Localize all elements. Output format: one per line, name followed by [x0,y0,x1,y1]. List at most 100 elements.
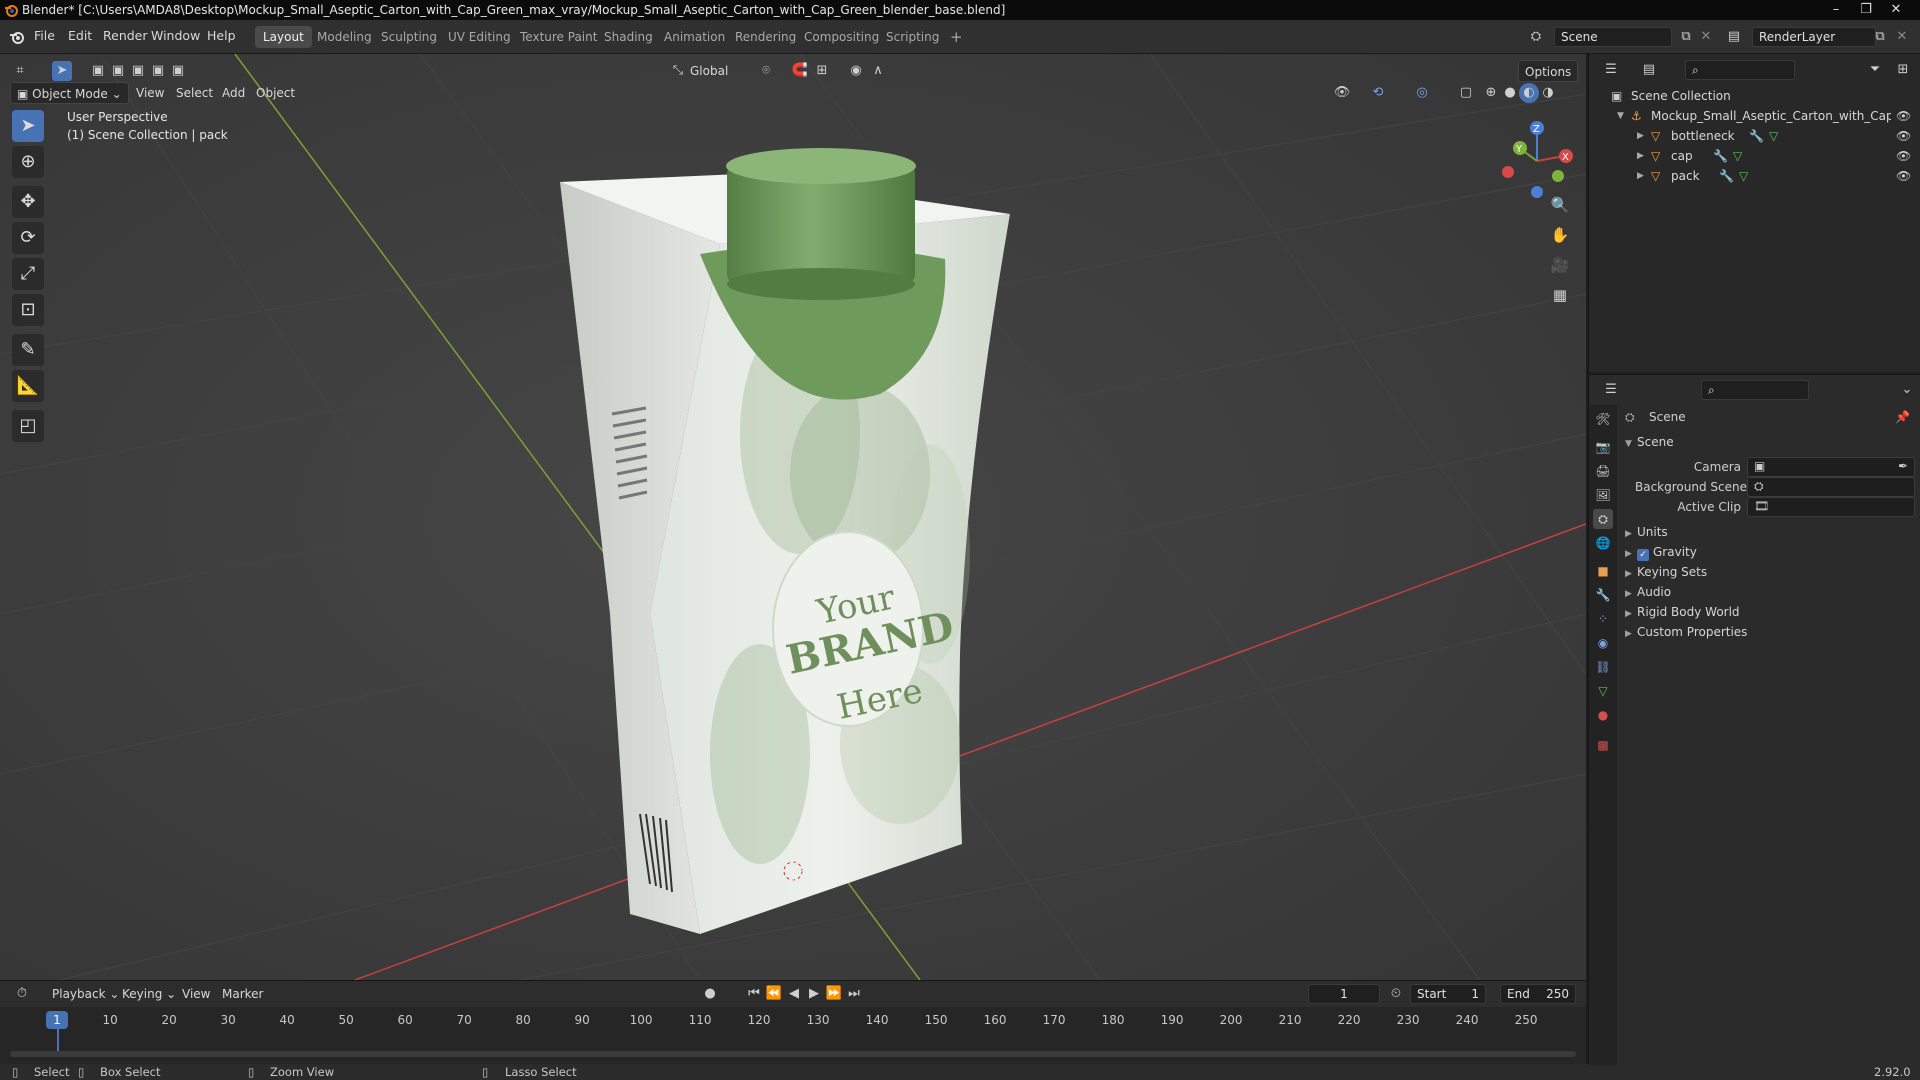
select-intersect-icon[interactable]: ▣ [168,61,188,81]
pin-icon[interactable]: 📌 [1895,410,1910,424]
properties-editor-type-icon[interactable]: ☰ [1601,380,1621,400]
select-extend-icon[interactable]: ▣ [108,61,128,81]
select-subtract-icon[interactable]: ▣ [128,61,148,81]
3d-viewport[interactable]: Your BRAND Here ⌗ ➤ ▣ ▣ ▣ ▣ ▣ ⤡ Global ⌾… [0,54,1586,980]
wireframe-shading-icon[interactable]: ⊕ [1481,83,1501,103]
select-mode-icon[interactable]: ➤ [52,61,72,81]
outliner-search-input[interactable]: ⌕ [1685,60,1795,80]
physics-tab-icon[interactable]: ◉ [1593,633,1613,653]
gravity-checkbox[interactable]: ✓ [1637,549,1649,561]
panel-keying-sets[interactable]: ▶ Keying Sets [1625,565,1707,579]
background-scene-field[interactable]: ⛭ [1747,477,1915,497]
object-mode-dropdown[interactable]: ▣ Object Mode ⌄ [10,82,129,104]
select-new-icon[interactable]: ▣ [88,61,108,81]
tab-shading[interactable]: Shading [596,26,661,48]
constraints-tab-icon[interactable]: ⛓ [1593,657,1613,677]
outliner-row-collection[interactable]: ▼ ⚓ Mockup_Small_Aseptic_Carton_with_Cap… [1589,106,1920,126]
timeline-menu-marker[interactable]: Marker [216,983,269,1005]
blender-menu-icon[interactable] [9,29,25,45]
panel-rigid-body-world[interactable]: ▶ Rigid Body World [1625,605,1740,619]
new-scene-icon[interactable]: ⧉ [1676,27,1696,47]
properties-options-icon[interactable]: ⌄ [1897,380,1917,400]
end-frame-field[interactable]: End 250 [1500,984,1576,1004]
tab-rendering[interactable]: Rendering [727,26,804,48]
rotate-tool-icon[interactable]: ⟳ [12,222,44,254]
view-layer-tab-icon[interactable]: 🖼 [1593,485,1613,505]
viewport-menu-view[interactable]: View [130,82,170,104]
material-tab-icon[interactable]: ● [1593,705,1613,725]
maximize-button[interactable]: ❐ [1852,0,1880,20]
keying-menu[interactable]: Keying ⌄ [116,983,182,1005]
gizmo-toggle-icon[interactable]: ⟲ [1368,83,1388,103]
preview-range-icon[interactable]: ⏲ [1386,984,1406,1004]
measure-tool-icon[interactable]: 📐 [12,370,44,402]
editor-type-icon[interactable]: ⌗ [10,61,30,81]
outliner-row-pack[interactable]: ▶ ▽ pack 🔧 ▽ 👁 [1589,166,1920,186]
render-tab-icon[interactable]: 📷 [1593,437,1613,457]
pivot-point-icon[interactable]: ⌾ [756,61,776,81]
particles-tab-icon[interactable]: ⁘ [1593,609,1613,629]
tab-texture-paint[interactable]: Texture Paint [512,26,605,48]
scene-name-field[interactable]: Scene [1554,27,1672,47]
visibility-eye-icon[interactable]: 👁 [1896,146,1911,166]
modifiers-tab-icon[interactable]: 🔧 [1593,585,1613,605]
scene-selector-icon[interactable]: ⛭ [1526,27,1546,47]
perspective-toggle-icon[interactable]: ▦ [1547,282,1573,308]
visibility-eye-icon[interactable]: 👁 [1896,166,1911,186]
jump-start-icon[interactable]: ⏮ [744,984,764,1004]
record-keyframe-icon[interactable]: ● [700,984,720,1004]
camera-field[interactable]: ▣ ✒ [1747,457,1915,477]
visibility-eye-icon[interactable]: 👁 [1896,126,1911,146]
transform-orientation-dropdown[interactable]: Global [684,60,734,82]
play-icon[interactable]: ▶ [804,984,824,1004]
snap-target-icon[interactable]: ⊞ [812,61,832,81]
visibility-selectability-icon[interactable]: 👁 [1332,83,1352,103]
menu-window[interactable]: Window [151,28,200,43]
display-mode-icon[interactable]: ▤ [1639,60,1659,80]
annotate-tool-icon[interactable]: ✎ [12,334,44,366]
render-layer-field[interactable]: RenderLayer [1752,27,1876,47]
tab-scripting[interactable]: Scripting [878,26,947,48]
jump-end-icon[interactable]: ⏭ [844,984,864,1004]
solid-shading-icon[interactable]: ● [1500,83,1520,103]
transform-tool-icon[interactable]: ⊡ [12,294,44,326]
menu-render[interactable]: Render [103,28,148,43]
carton-model[interactable]: Your BRAND Here [560,148,1010,934]
options-dropdown[interactable]: Options [1518,60,1579,82]
cursor-tool-icon[interactable]: ⊕ [12,146,44,178]
timeline[interactable]: ⏱ Playback ⌄ Keying ⌄ View Marker ● ⏮ ⏪ … [0,980,1586,1064]
minimize-button[interactable]: – [1822,0,1850,20]
pan-hand-icon[interactable]: ✋ [1547,222,1573,248]
menu-edit[interactable]: Edit [68,28,92,43]
viewport-menu-add[interactable]: Add [216,82,251,104]
menu-help[interactable]: Help [207,28,236,43]
jump-keyframe-back-icon[interactable]: ⏪ [764,984,784,1004]
expand-arrow-icon[interactable]: ▶ [1637,126,1644,146]
texture-tab-icon[interactable]: ▩ [1593,735,1613,755]
view-layer-icon[interactable]: ▤ [1724,27,1744,47]
material-preview-shading-icon[interactable]: ◐ [1519,83,1539,103]
play-reverse-icon[interactable]: ◀ [784,984,804,1004]
output-tab-icon[interactable]: 🖨 [1593,461,1613,481]
panel-scene-header[interactable]: ▼ Scene [1625,435,1674,449]
start-frame-field[interactable]: Start 1 [1410,984,1486,1004]
outliner-row-bottleneck[interactable]: ▶ ▽ bottleneck 🔧 ▽ 👁 [1589,126,1920,146]
expand-arrow-icon[interactable]: ▼ [1617,106,1624,126]
proportional-editing-icon[interactable]: ◉ [846,61,866,81]
tool-tab-icon[interactable]: 🛠 [1593,409,1613,429]
data-tab-icon[interactable]: ▽ [1593,681,1613,701]
close-window-button[interactable]: ✕ [1882,0,1910,20]
playhead-frame-badge[interactable]: 1 [46,1011,68,1029]
outliner-row-cap[interactable]: ▶ ▽ cap 🔧 ▽ 👁 [1589,146,1920,166]
expand-arrow-icon[interactable]: ▶ [1637,166,1644,186]
viewport-menu-object[interactable]: Object [250,82,301,104]
properties-search-input[interactable]: ⌕ [1701,380,1809,400]
jump-keyframe-forward-icon[interactable]: ⏩ [824,984,844,1004]
delete-view-layer-icon[interactable]: ✕ [1892,27,1912,47]
navigation-gizmo[interactable]: Z X Y [1492,116,1582,206]
new-view-layer-icon[interactable]: ⧉ [1870,27,1890,47]
menu-file[interactable]: File [34,28,55,43]
add-cube-tool-icon[interactable]: ◰ [12,410,44,442]
proportional-falloff-icon[interactable]: ∧ [868,61,888,81]
tab-uv-editing[interactable]: UV Editing [440,26,519,48]
